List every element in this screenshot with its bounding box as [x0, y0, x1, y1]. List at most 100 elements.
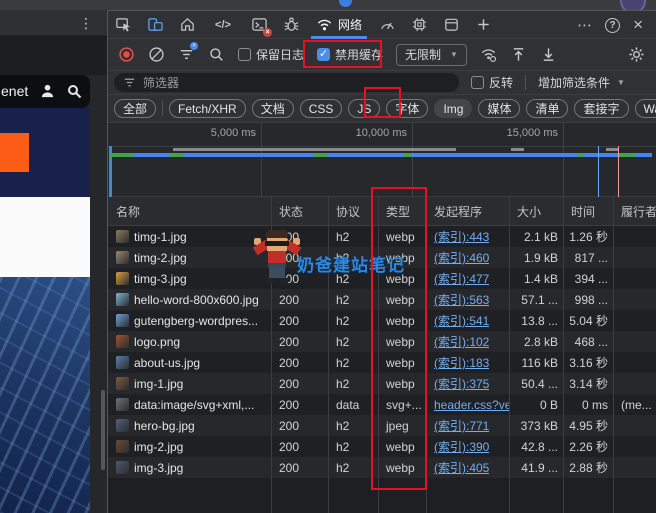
page-scrollbar-thumb[interactable]	[101, 390, 105, 470]
column-header-发起程序[interactable]: 发起程序	[426, 197, 509, 225]
browser-menu-icon[interactable]: ⋮	[79, 13, 93, 33]
filter-chip-字体[interactable]: 字体	[386, 99, 428, 118]
filter-chip-清单[interactable]: 清单	[526, 99, 568, 118]
request-name: data:image/svg+xml,...	[134, 398, 254, 412]
import-har-icon[interactable]	[510, 46, 527, 63]
more-tabs-icon[interactable]	[474, 16, 492, 34]
performance-icon[interactable]	[378, 16, 396, 34]
request-size: 50.4 ...	[509, 373, 563, 394]
filter-chip-css[interactable]: CSS	[300, 99, 343, 118]
column-header-履行者[interactable]: 履行者	[613, 197, 656, 225]
file-thumbnail-icon	[116, 272, 129, 285]
close-icon[interactable]: ×	[633, 15, 643, 35]
request-status: 200	[271, 352, 328, 373]
inspect-icon[interactable]	[114, 16, 132, 34]
initiator-link[interactable]: (索引):375	[434, 375, 489, 392]
more-filters-button[interactable]: 增加筛选条件 ▼	[538, 74, 625, 91]
filter-chip-wasm[interactable]: Wasm	[635, 99, 656, 118]
device-toolbar-icon[interactable]	[146, 16, 164, 34]
invert-checkbox[interactable]	[471, 76, 484, 89]
user-icon[interactable]	[40, 83, 55, 98]
more-menu-icon[interactable]: ⋯	[577, 16, 592, 34]
request-row-gutengberg-wordpres...[interactable]: gutengberg-wordpres...200h2webp(索引):5411…	[108, 310, 656, 331]
request-row-timg-1.jpg[interactable]: timg-1.jpg200h2webp(索引):4432.1 kB1.26 秒	[108, 226, 656, 247]
file-thumbnail-icon	[116, 356, 129, 369]
search-button[interactable]	[208, 46, 225, 63]
request-protocol: h2	[328, 226, 378, 247]
timeline-gridline	[261, 123, 262, 197]
initiator-link[interactable]: (索引):183	[434, 354, 489, 371]
initiator-link[interactable]: (索引):390	[434, 438, 489, 455]
export-har-icon[interactable]	[540, 46, 557, 63]
request-row-about-us.jpg[interactable]: about-us.jpg200h2webp(索引):183116 kB3.16 …	[108, 352, 656, 373]
application-icon[interactable]	[442, 16, 460, 34]
request-size: 42.8 ...	[509, 436, 563, 457]
network-conditions-icon[interactable]	[480, 46, 497, 63]
initiator-link[interactable]: (索引):771	[434, 417, 489, 434]
column-header-协议[interactable]: 协议	[328, 197, 378, 225]
help-icon[interactable]: ?	[605, 18, 620, 33]
column-header-类型[interactable]: 类型	[378, 197, 426, 225]
filter-input[interactable]: 筛选器	[114, 73, 459, 92]
request-protocol: h2	[328, 247, 378, 268]
initiator-link[interactable]: (索引):541	[434, 312, 489, 329]
disable-cache-group[interactable]: 禁用缓存	[317, 46, 383, 63]
request-row-timg-2.jpg[interactable]: timg-2.jpg200h2webp(索引):4601.9 kB817 ...	[108, 247, 656, 268]
request-time: 4.95 秒	[563, 415, 613, 436]
clear-button[interactable]	[148, 46, 165, 63]
filter-chip-套接字[interactable]: 套接字	[574, 99, 628, 118]
initiator-link[interactable]: (索引):443	[434, 228, 489, 245]
memory-icon[interactable]	[410, 16, 428, 34]
request-protocol: h2	[328, 268, 378, 289]
preserve-log-checkbox[interactable]	[238, 48, 251, 61]
filter-toggle-icon[interactable]: ×	[178, 46, 195, 63]
filter-chip-img[interactable]: Img	[434, 99, 472, 118]
column-header-名称[interactable]: 名称	[108, 197, 271, 225]
debug-icon[interactable]	[282, 16, 300, 34]
request-protocol: h2	[328, 415, 378, 436]
request-row-img-1.jpg[interactable]: img-1.jpg200h2webp(索引):37550.4 ...3.14 秒	[108, 373, 656, 394]
page-viewport: enet	[0, 36, 107, 513]
filter-chip-媒体[interactable]: 媒体	[478, 99, 520, 118]
initiator-link[interactable]: header.css?ver	[434, 398, 509, 412]
network-overview[interactable]: 5,000 ms10,000 ms15,000 ms	[108, 123, 656, 197]
column-header-时间[interactable]: 时间	[563, 197, 613, 225]
console-icon[interactable]: ×	[250, 16, 268, 34]
initiator-link[interactable]: (索引):477	[434, 270, 489, 287]
site-logo-text[interactable]: enet	[1, 83, 28, 99]
file-thumbnail-icon	[116, 314, 129, 327]
initiator-link[interactable]: (索引):405	[434, 459, 489, 476]
disable-cache-checkbox[interactable]	[317, 48, 330, 61]
home-icon[interactable]	[178, 16, 196, 34]
devtools-tabbar: </> × 网络	[108, 11, 656, 39]
sources-icon[interactable]: </>	[210, 16, 236, 34]
initiator-link[interactable]: (索引):102	[434, 333, 489, 350]
preserve-log-group[interactable]: 保留日志	[238, 46, 304, 63]
initiator-link[interactable]: (索引):460	[434, 249, 489, 266]
request-row-timg-3.jpg[interactable]: timg-3.jpg200h2webp(索引):4771.4 kB394 ...	[108, 268, 656, 289]
request-row-hero-bg.jpg[interactable]: hero-bg.jpg200h2jpeg(索引):771373 kB4.95 秒	[108, 415, 656, 436]
filter-chip-文档[interactable]: 文档	[252, 99, 294, 118]
initiator-link[interactable]: (索引):563	[434, 291, 489, 308]
request-status: 200	[271, 226, 328, 247]
request-row-img-2.jpg[interactable]: img-2.jpg200h2webp(索引):39042.8 ...2.26 秒	[108, 436, 656, 457]
filter-chip-js[interactable]: JS	[348, 99, 380, 118]
settings-gear-icon[interactable]	[628, 46, 645, 63]
request-row-data-image-svg-xml-...[interactable]: data:image/svg+xml,...200datasvg+...head…	[108, 394, 656, 415]
timeline-tick-label: 5,000 ms	[211, 127, 256, 139]
search-icon[interactable]	[66, 83, 82, 99]
tab-network[interactable]: 网络	[314, 11, 364, 39]
filter-chip-fetch-xhr[interactable]: Fetch/XHR	[169, 99, 246, 118]
more-filters-label: 增加筛选条件	[538, 74, 610, 91]
filter-chip-全部[interactable]: 全部	[114, 99, 156, 118]
record-button[interactable]	[118, 46, 135, 63]
column-header-状态[interactable]: 状态	[271, 197, 328, 225]
request-row-logo.png[interactable]: logo.png200h2webp(索引):1022.8 kB468 ...	[108, 331, 656, 352]
request-size: 0 B	[509, 394, 563, 415]
invert-group[interactable]: 反转	[471, 74, 513, 91]
request-row-img-3.jpg[interactable]: img-3.jpg200h2webp(索引):40541.9 ...2.88 秒	[108, 457, 656, 478]
column-header-大小[interactable]: 大小	[509, 197, 563, 225]
request-status: 200	[271, 247, 328, 268]
request-row-hello-word-800x600.jpg[interactable]: hello-word-800x600.jpg200h2webp(索引):5635…	[108, 289, 656, 310]
throttling-select[interactable]: 无限制 ▼	[396, 44, 467, 66]
